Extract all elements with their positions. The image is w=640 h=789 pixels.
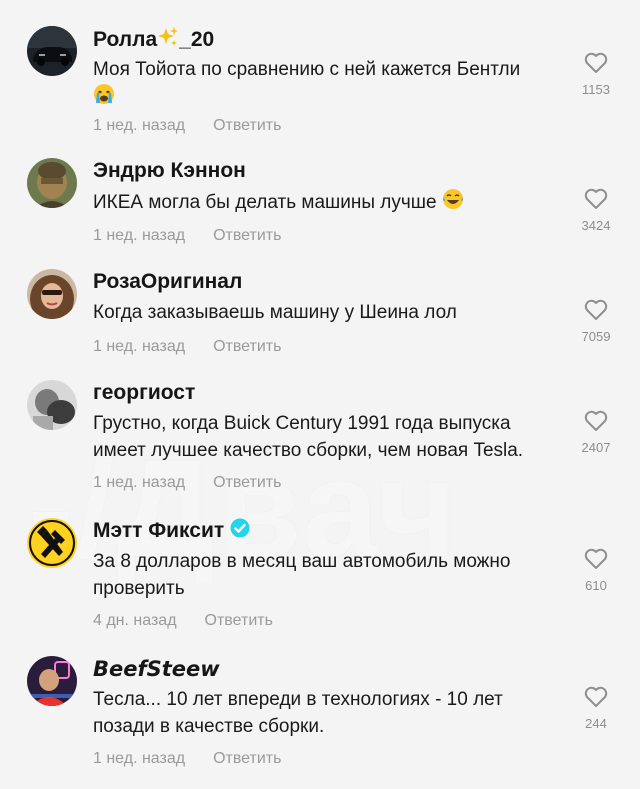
timestamp: 1 нед. назад [93,117,186,134]
like-button[interactable]: 244 [572,686,620,731]
heart-icon[interactable] [584,686,608,708]
like-count: 610 [585,578,607,593]
heart-icon[interactable] [584,188,608,210]
reply-button[interactable]: Ответить [213,338,281,355]
like-count: 1153 [582,82,610,97]
avatar[interactable] [27,656,77,706]
like-button[interactable]: 2407 [572,410,620,455]
comment-text: ИКЕА могла бы делать машины лучше [93,188,563,218]
username[interactable]: Эндрю Кэннон [93,158,246,184]
like-button[interactable]: 7059 [572,299,620,344]
comment-meta: 4 дн. назад Ответить [93,612,273,630]
laughing-tears-icon [442,188,464,218]
sparkles-icon [157,26,179,55]
like-count: 3424 [581,218,611,233]
like-count: 7059 [581,329,611,344]
avatar[interactable] [27,269,77,319]
comment-meta: 1 нед. назад Ответить [93,117,281,135]
crying-face-icon [93,83,115,113]
comment-meta: 1 нед. назад Ответить [93,750,281,768]
comment-text: Моя Тойота по сравнению с ней кажется Бе… [93,56,563,113]
reply-button[interactable]: Ответить [213,227,281,244]
username[interactable]: Мэтт Фиксит [93,518,250,545]
reply-button[interactable]: Ответить [205,612,273,629]
avatar[interactable] [27,158,77,208]
username[interactable]: Ролла _20 [93,26,214,55]
reply-button[interactable]: Ответить [213,117,281,134]
username[interactable]: BeefSteew [93,656,220,682]
reply-button[interactable]: Ответить [213,750,281,767]
comment-meta: 1 нед. назад Ответить [93,338,281,356]
like-button[interactable]: 610 [572,548,620,593]
like-count: 244 [585,716,607,731]
heart-icon[interactable] [584,410,608,432]
heart-icon[interactable] [584,548,608,570]
reply-button[interactable]: Ответить [213,474,281,491]
heart-icon[interactable] [584,299,608,321]
username[interactable]: георгиост [93,380,195,406]
comment-text: Тесла... 10 лет впереди в технологиях - … [93,689,503,737]
timestamp: 4 дн. назад [93,612,177,629]
timestamp: 1 нед. назад [93,227,186,244]
comment-text: Когда заказываешь машину у Шеина лол [93,302,457,323]
like-button[interactable]: 3424 [572,188,620,233]
comment-meta: 1 нед. назад Ответить [93,227,281,245]
comment-text: За 8 долларов в месяц ваш автомобиль мож… [93,551,511,599]
heart-icon[interactable] [584,52,608,74]
avatar[interactable] [27,518,77,568]
timestamp: 1 нед. назад [93,338,186,355]
username[interactable]: РозаОригинал [93,269,242,295]
avatar[interactable] [27,380,77,430]
avatar[interactable] [27,26,77,76]
like-button[interactable]: 1153 [572,52,620,97]
comment-meta: 1 нед. назад Ответить [93,474,281,492]
timestamp: 1 нед. назад [93,750,186,767]
comment-text: Грустно, когда Buick Century 1991 года в… [93,413,524,461]
verified-badge-icon [230,518,250,545]
like-count: 2407 [581,440,611,455]
timestamp: 1 нед. назад [93,474,186,491]
